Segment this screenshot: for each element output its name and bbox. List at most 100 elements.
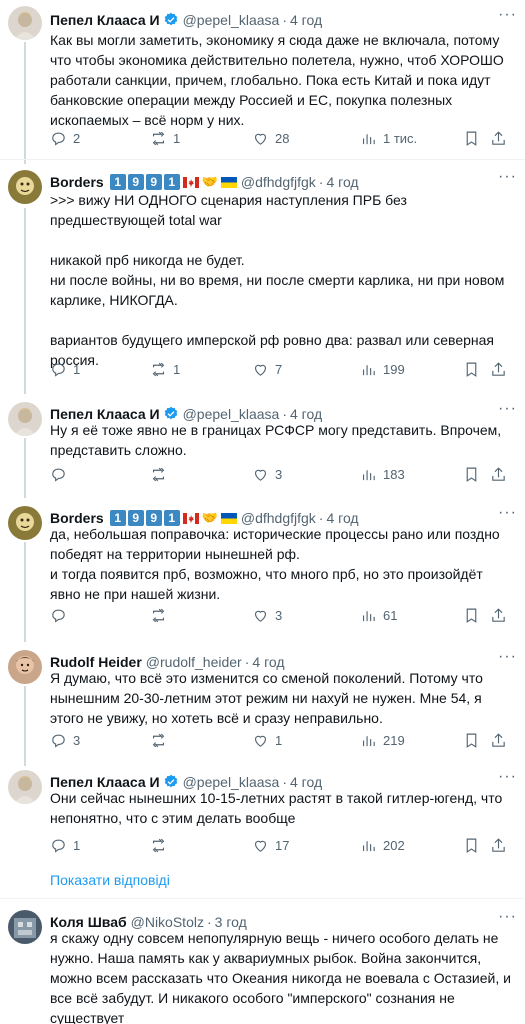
tweet[interactable]: Borders 1 9 9 1 🤝 @dfhdgfjfgk · 4 год ··… <box>0 502 525 630</box>
bookmark-button[interactable] <box>463 837 480 854</box>
like-button[interactable]: 3 <box>252 607 282 624</box>
share-button[interactable] <box>490 607 507 624</box>
reply-button[interactable] <box>50 466 67 483</box>
author-handle[interactable]: @dfhdgfjfgk <box>241 174 316 190</box>
like-count: 7 <box>275 361 283 377</box>
like-button[interactable]: 17 <box>252 837 289 854</box>
retweet-button[interactable] <box>150 837 167 854</box>
views-button[interactable]: 219 <box>360 732 405 749</box>
retweet-button[interactable] <box>150 732 167 749</box>
tweet-actions: 3 183 <box>50 464 517 484</box>
share-button[interactable] <box>490 837 507 854</box>
timestamp[interactable]: 4 год <box>326 174 358 190</box>
reply-count: 3 <box>73 732 81 748</box>
bookmark-button[interactable] <box>463 130 480 147</box>
tweet[interactable]: Пепел Клааса И @pepel_klaasa · 4 год ···… <box>0 398 525 494</box>
avatar[interactable] <box>8 770 42 804</box>
retweet-button[interactable]: 1 <box>150 130 180 147</box>
views-button[interactable]: 202 <box>360 837 405 854</box>
bookmark-button[interactable] <box>463 466 480 483</box>
share-button[interactable] <box>490 361 507 378</box>
reply-button[interactable]: 1 <box>50 361 80 378</box>
like-button[interactable]: 3 <box>252 466 282 483</box>
tweet[interactable]: Rudolf Heider @rudolf_heider · 4 год ···… <box>0 646 525 758</box>
share-button[interactable] <box>490 732 507 749</box>
bookmark-button[interactable] <box>463 361 480 378</box>
reply-icon <box>52 468 65 482</box>
more-options-icon[interactable]: ··· <box>498 504 517 522</box>
separator-dot: · <box>318 174 324 190</box>
number-badge: 9 <box>145 174 162 190</box>
more-options-icon[interactable]: ··· <box>498 6 517 24</box>
avatar[interactable] <box>8 650 42 684</box>
retweet-button[interactable] <box>150 466 167 483</box>
like-button[interactable]: 28 <box>252 130 289 147</box>
avatar[interactable] <box>8 170 42 204</box>
more-options-icon[interactable]: ··· <box>498 648 517 666</box>
more-options-icon[interactable]: ··· <box>498 400 517 418</box>
avatar[interactable] <box>8 6 42 40</box>
heart-icon <box>254 610 267 622</box>
bookmark-button[interactable] <box>463 732 480 749</box>
views-button[interactable]: 183 <box>360 466 405 483</box>
tweet-actions: 3 1 219 <box>50 730 517 750</box>
share-icon <box>492 466 505 481</box>
avatar[interactable] <box>8 910 42 944</box>
views-button[interactable]: 61 <box>360 607 397 624</box>
reply-button[interactable]: 1 <box>50 837 80 854</box>
avatar[interactable] <box>8 506 42 540</box>
like-count: 3 <box>275 466 283 482</box>
bookmark-icon <box>466 733 477 748</box>
views-icon <box>362 840 375 851</box>
retweet-icon <box>152 362 165 376</box>
views-count: 61 <box>383 607 398 623</box>
retweet-button[interactable] <box>150 607 167 624</box>
author-name[interactable]: Пепел Клааса И <box>50 12 160 28</box>
views-count: 219 <box>383 732 405 748</box>
avatar[interactable] <box>8 402 42 436</box>
share-icon <box>492 130 505 145</box>
more-options-icon[interactable]: ··· <box>498 768 517 786</box>
tweet-text: Они сейчас нынешних 10-15-летних растят … <box>50 790 503 826</box>
tweet[interactable]: Пепел Клааса И @pepel_klaasa · 4 год ···… <box>0 4 525 159</box>
author-name[interactable]: Borders <box>50 174 104 190</box>
reply-count: 1 <box>73 837 81 853</box>
more-options-icon[interactable]: ··· <box>498 168 517 186</box>
retweet-icon <box>152 838 165 852</box>
reply-icon <box>52 734 65 748</box>
tweet[interactable]: Коля Шваб @NikoStolz · 3 год ··· я скажу… <box>0 906 525 1024</box>
tweet-text: да, небольшая поправочка: исторические п… <box>50 526 500 602</box>
views-button[interactable]: 199 <box>360 361 405 378</box>
reply-button[interactable] <box>50 607 67 624</box>
share-button[interactable] <box>490 130 507 147</box>
bookmark-button[interactable] <box>463 607 480 624</box>
retweet-icon <box>152 467 165 481</box>
divider <box>0 898 525 899</box>
more-options-icon[interactable]: ··· <box>498 908 517 926</box>
author-handle[interactable]: @pepel_klaasa <box>183 12 280 28</box>
retweet-button[interactable]: 1 <box>150 361 180 378</box>
show-replies-link[interactable]: Показати відповіді <box>50 872 170 888</box>
heart-icon <box>254 133 267 145</box>
reply-button[interactable]: 3 <box>50 732 80 749</box>
reply-button[interactable]: 2 <box>50 130 80 147</box>
like-button[interactable]: 1 <box>252 732 282 749</box>
like-button[interactable]: 7 <box>252 361 282 378</box>
heart-icon <box>254 364 267 376</box>
retweet-count: 1 <box>173 361 181 377</box>
views-icon <box>362 133 375 144</box>
timestamp[interactable]: 4 год <box>290 12 322 28</box>
tweet[interactable]: Borders 1 9 9 1 🤝 @dfhdgfjfgk · 4 год ··… <box>0 166 525 386</box>
share-icon <box>492 361 505 376</box>
heart-icon <box>254 840 267 852</box>
share-button[interactable] <box>490 466 507 483</box>
tweet-actions: 3 61 <box>50 605 517 625</box>
bookmark-icon <box>466 467 477 482</box>
views-count: 183 <box>383 466 405 482</box>
tweet-text: Я думаю, что всё это изменится со сменой… <box>50 670 483 726</box>
like-count: 17 <box>275 837 290 853</box>
reply-icon <box>52 363 65 377</box>
tweet[interactable]: Пепел Клааса И @pepel_klaasa · 4 год ···… <box>0 766 525 864</box>
views-button[interactable]: 1 тис. <box>360 130 417 147</box>
views-count: 202 <box>383 837 405 853</box>
